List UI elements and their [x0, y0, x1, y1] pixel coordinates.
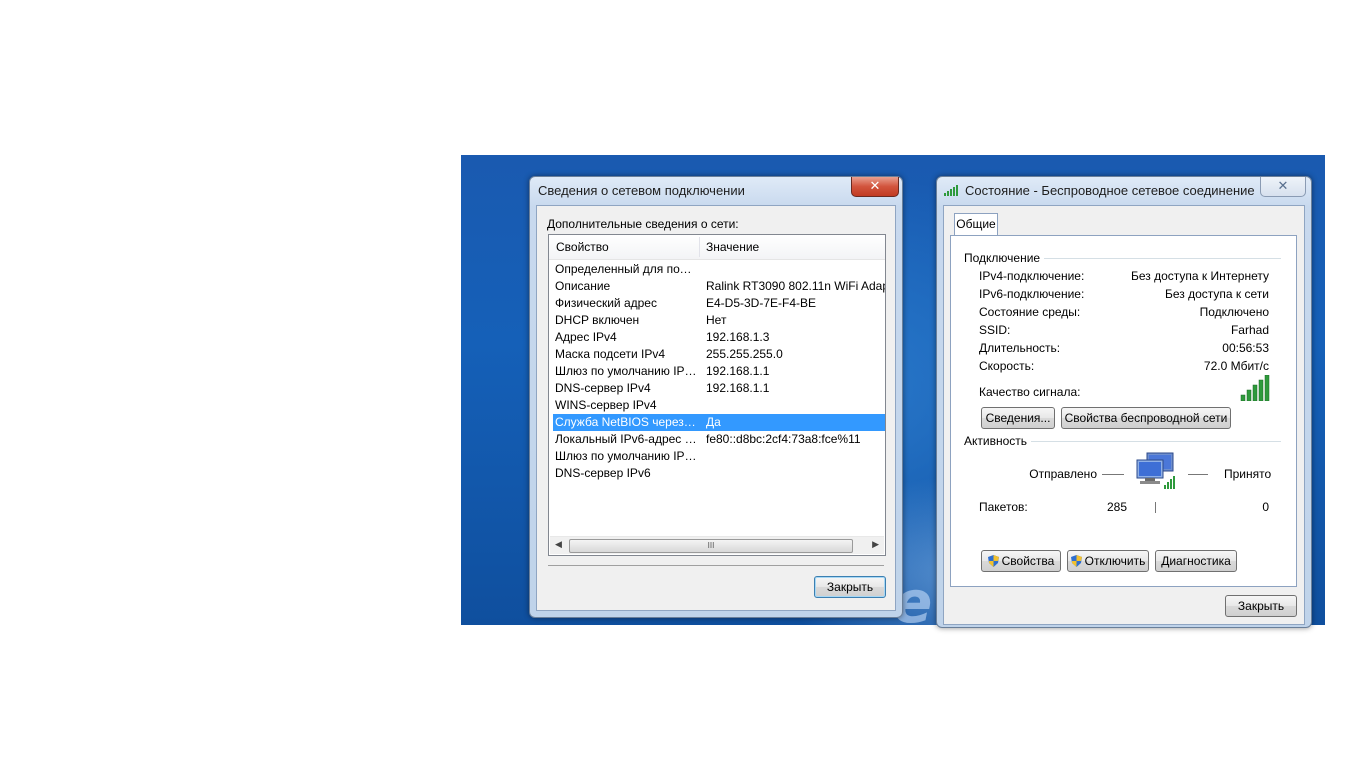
- close-button[interactable]: Закрыть: [1225, 595, 1297, 617]
- network-details-dialog: Сведения о сетевом подключении ✕ Дополни…: [529, 176, 903, 618]
- tab-panel-general: Подключение IPv4-подключение: Без доступа…: [950, 235, 1297, 587]
- tab-general[interactable]: Общие: [954, 213, 998, 236]
- dialog-client-area: Дополнительные сведения о сети: Свойство…: [536, 205, 896, 611]
- property-cell: DHCP включен: [555, 313, 640, 327]
- dialog-title: Сведения о сетевом подключении: [538, 183, 745, 198]
- horizontal-scrollbar[interactable]: ◀ III ▶: [550, 536, 884, 554]
- list-item[interactable]: Шлюз по умолчанию IPv4 192.168.1.1: [553, 363, 885, 380]
- disconnect-button-label: Отключить: [1084, 554, 1146, 568]
- network-computers-icon: [1136, 452, 1175, 489]
- uac-shield-icon: [1070, 555, 1082, 567]
- list-item[interactable]: Физический адрес E4-D5-3D-7E-F4-BE: [553, 295, 885, 312]
- property-cell: WINS-сервер IPv4: [555, 398, 657, 412]
- properties-list[interactable]: Свойство Значение Определенный для подкл…: [548, 234, 886, 556]
- field-label: Скорость:: [979, 359, 1035, 373]
- property-cell: Шлюз по умолчанию IPv4: [555, 364, 697, 378]
- list-item[interactable]: DHCP включен Нет: [553, 312, 885, 329]
- field-label: IPv4-подключение:: [979, 269, 1085, 283]
- list-item[interactable]: Адрес IPv4 192.168.1.3: [553, 329, 885, 346]
- value-cell: 192.168.1.1: [706, 381, 770, 395]
- value-cell: Ralink RT3090 802.11n WiFi Adapter: [706, 279, 886, 293]
- wireless-properties-button[interactable]: Свойства беспроводной сети: [1061, 407, 1231, 429]
- close-window-button[interactable]: ✕: [851, 177, 899, 197]
- close-window-button[interactable]: ✕: [1260, 177, 1306, 197]
- signal-bar: [1240, 394, 1246, 401]
- property-cell: Маска подсети IPv4: [555, 347, 666, 361]
- uac-shield-icon: [987, 555, 999, 567]
- field-value: 00:56:53: [1222, 341, 1269, 355]
- property-cell: Локальный IPv6-адрес ка...: [555, 432, 697, 446]
- divider: [548, 565, 884, 566]
- property-cell: DNS-сервер IPv4: [555, 381, 651, 395]
- list-item[interactable]: DNS-сервер IPv4 192.168.1.1: [553, 380, 885, 397]
- list-item[interactable]: Служба NetBIOS через ТС... Да: [553, 414, 885, 431]
- connection-group-label: Подключение: [964, 251, 1045, 265]
- property-cell: Служба NetBIOS через ТС...: [555, 415, 697, 429]
- column-header-property[interactable]: Свойство: [556, 240, 609, 254]
- properties-button-label: Свойства: [1001, 554, 1055, 568]
- field-label: Длительность:: [979, 341, 1061, 355]
- signal-quality-label: Качество сигнала:: [979, 385, 1081, 399]
- packets-sent-value: 285: [1106, 500, 1127, 514]
- received-line: [1188, 474, 1208, 475]
- property-cell: Определенный для подкл...: [555, 262, 697, 276]
- scroll-thumb[interactable]: III: [569, 539, 853, 553]
- column-header-value[interactable]: Значение: [706, 240, 759, 254]
- close-button[interactable]: Закрыть: [814, 576, 886, 598]
- received-label: Принято: [1224, 467, 1272, 481]
- list-item[interactable]: Маска подсети IPv4 255.255.255.0: [553, 346, 885, 363]
- scroll-right-icon[interactable]: ▶: [872, 539, 879, 550]
- sent-line: [1102, 474, 1124, 475]
- list-header: Свойство Значение: [549, 235, 885, 260]
- list-item[interactable]: Описание Ralink RT3090 802.11n WiFi Adapt…: [553, 278, 885, 295]
- field-value: 72.0 Мбит/с: [1203, 359, 1269, 373]
- list-item[interactable]: DNS-сервер IPv6: [553, 465, 885, 482]
- column-divider[interactable]: [699, 237, 700, 257]
- field-value: Подключено: [1199, 305, 1269, 319]
- details-button[interactable]: Сведения...: [981, 407, 1055, 429]
- property-cell: Шлюз по умолчанию IPv6: [555, 449, 697, 463]
- disconnect-button[interactable]: Отключить: [1067, 550, 1149, 572]
- property-cell: Физический адрес: [555, 296, 657, 310]
- property-cell: Описание: [555, 279, 611, 293]
- dialog-title: Состояние - Беспроводное сетевое соедине…: [965, 183, 1255, 198]
- activity-group-label: Активность: [964, 434, 1032, 448]
- value-cell: Да: [706, 415, 721, 429]
- dialog-client-area: Общие Подключение IPv4-подключение: Без д…: [943, 205, 1305, 625]
- signal-bar: [1258, 379, 1264, 401]
- property-cell: DNS-сервер IPv6: [555, 466, 651, 480]
- signal-strength-icon: [944, 185, 958, 196]
- packets-received-value: 0: [1262, 500, 1269, 514]
- properties-button[interactable]: Свойства: [981, 550, 1061, 572]
- field-label: IPv6-подключение:: [979, 287, 1085, 301]
- diagnose-button[interactable]: Диагностика: [1155, 550, 1237, 572]
- field-value: Без доступа к Интернету: [1130, 269, 1269, 283]
- section-label: Дополнительные сведения о сети:: [547, 217, 739, 231]
- property-cell: Адрес IPv4: [555, 330, 617, 344]
- signal-quality-icon: [1240, 375, 1270, 401]
- list-item[interactable]: WINS-сервер IPv4: [553, 397, 885, 414]
- list-item[interactable]: Шлюз по умолчанию IPv6: [553, 448, 885, 465]
- packets-label: Пакетов:: [979, 500, 1028, 514]
- value-cell: E4-D5-3D-7E-F4-BE: [706, 296, 817, 310]
- packets-divider: [1155, 502, 1156, 513]
- field-label: Состояние среды:: [979, 305, 1081, 319]
- value-cell: 192.168.1.1: [706, 364, 770, 378]
- list-item[interactable]: Определенный для подкл...: [553, 261, 885, 278]
- field-value: Без доступа к сети: [1165, 287, 1269, 301]
- scroll-left-icon[interactable]: ◀: [555, 539, 562, 550]
- signal-bar: [1252, 384, 1258, 401]
- value-cell: Нет: [706, 313, 727, 327]
- list-item[interactable]: Локальный IPv6-адрес ка... fe80::d8bc:2cf…: [553, 431, 885, 448]
- signal-bar: [1246, 389, 1252, 401]
- field-value: Farhad: [1230, 323, 1269, 337]
- value-cell: 192.168.1.3: [706, 330, 770, 344]
- value-cell: fe80::d8bc:2cf4:73a8:fce%11: [706, 432, 861, 446]
- field-label: SSID:: [979, 323, 1011, 337]
- signal-bar: [1264, 375, 1270, 401]
- value-cell: 255.255.255.0: [706, 347, 783, 361]
- sent-label: Отправлено: [1029, 467, 1097, 481]
- wireless-status-dialog: Состояние - Беспроводное сетевое соедине…: [936, 176, 1312, 628]
